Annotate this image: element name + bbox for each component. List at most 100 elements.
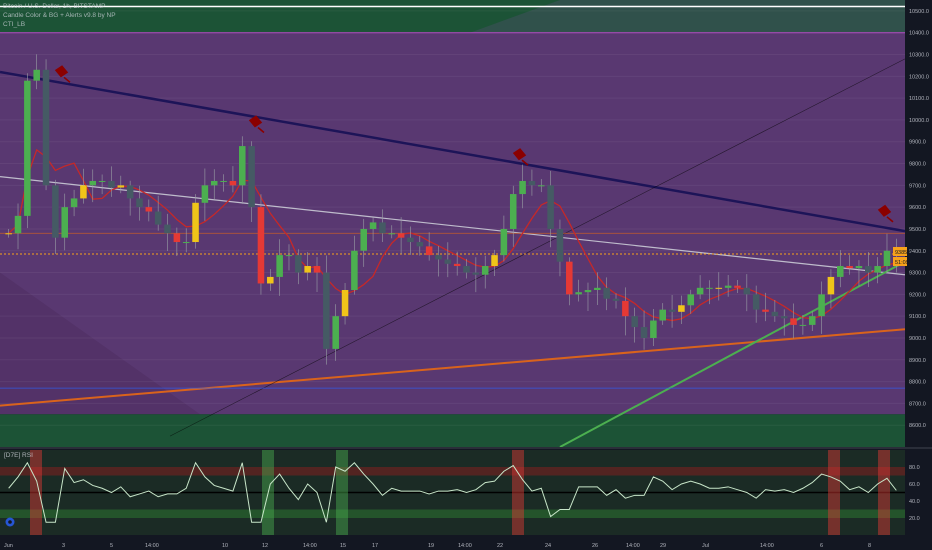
time-tick-label: Jun	[4, 543, 13, 549]
candle-body	[182, 242, 190, 244]
time-tick-label: 6	[820, 543, 823, 549]
candle-body	[332, 316, 339, 349]
price-tick-label: 10200.0	[909, 74, 929, 80]
price-tick-label: 9200.0	[909, 292, 926, 298]
candle-body	[42, 69, 50, 186]
price-tick-label: 8700.0	[909, 401, 926, 407]
candle-body	[89, 180, 97, 186]
candle-body	[481, 266, 489, 275]
price-tick-label: 9900.0	[909, 140, 926, 146]
current-price-value: 9385.0	[895, 250, 912, 256]
time-tick-label: 14:00	[458, 543, 472, 549]
candle-body	[547, 185, 554, 229]
candle-body	[80, 185, 87, 199]
candle-body	[846, 266, 853, 269]
green-zone-bottom	[0, 414, 905, 447]
candle-body	[799, 324, 807, 326]
candle-body	[379, 222, 386, 234]
candle-body	[238, 146, 246, 186]
candle-body	[752, 294, 760, 310]
candle-body	[98, 180, 106, 182]
candle-body	[257, 207, 265, 284]
candle-body	[24, 80, 31, 216]
candle-body	[201, 185, 209, 203]
time-tick-label: 29	[660, 543, 666, 549]
candle-body	[715, 287, 723, 289]
candle-body	[229, 180, 237, 186]
candle-body	[5, 233, 12, 235]
candle-body	[668, 309, 676, 312]
time-tick-label: 12	[262, 543, 268, 549]
rsi-pane[interactable]: 80.0 60.0 40.0 20.0	[0, 447, 932, 535]
candle-body	[640, 327, 648, 338]
candle-body	[14, 215, 22, 234]
price-tick-label: 8600.0	[909, 423, 926, 429]
candle-body	[836, 266, 844, 277]
price-tick-label: 10100.0	[909, 96, 929, 102]
candle-body	[528, 180, 536, 186]
candle-body	[33, 69, 40, 81]
candle-body	[808, 316, 816, 325]
candle-body	[313, 266, 321, 273]
time-tick-label: 3	[62, 543, 65, 549]
candle-body	[210, 180, 218, 186]
candle-body	[164, 224, 171, 234]
candle-body	[678, 305, 685, 312]
time-tick-label: 17	[372, 543, 378, 549]
price-tick-label: 10400.0	[909, 31, 929, 37]
chart-legend: Bitcoin / U.S. Dollar, 1h, BITSTAMP Cand…	[3, 2, 116, 29]
symbol-title[interactable]: Bitcoin / U.S. Dollar, 1h, BITSTAMP	[3, 2, 116, 11]
candle-body	[136, 198, 143, 208]
rsi-highlight-column	[512, 450, 524, 535]
time-tick-label: 14:00	[626, 543, 640, 549]
candle-body	[566, 261, 573, 295]
time-tick-label: 14:00	[303, 543, 317, 549]
candle-body	[126, 185, 134, 199]
candle-body	[696, 287, 704, 295]
rsi-title[interactable]: [D7E] RSI	[4, 452, 33, 459]
rsi-tick-label: 80.0	[909, 465, 920, 471]
candle-body	[827, 276, 835, 295]
candle-body	[855, 266, 863, 269]
price-tick-label: 9500.0	[909, 227, 926, 233]
candle-body	[584, 290, 592, 293]
settings-gear-icon[interactable]	[5, 517, 15, 527]
candle-body	[865, 266, 872, 273]
price-chart[interactable]: 10500.0 10400.0 10300.0 10200.0 10100.0 10000…	[0, 0, 932, 550]
indicator-candle-color[interactable]: Candle Color & BG + Alerts v9.8 by NP	[3, 11, 116, 20]
candle-body	[70, 198, 78, 208]
candle-body	[780, 316, 788, 319]
time-tick-label: 15	[340, 543, 346, 549]
time-axis[interactable]: Jun 3 5 14:00 10 12 14:00 15 17 19 14:00 22 24 26 14:0…	[0, 538, 932, 550]
time-tick-label: 14:00	[760, 543, 774, 549]
candle-body	[453, 263, 461, 267]
candle-body	[192, 202, 199, 243]
rsi-oversold-band	[0, 509, 905, 518]
price-tick-label: 9300.0	[909, 271, 926, 277]
price-tick-label: 9000.0	[909, 336, 926, 342]
candle-body	[341, 290, 349, 317]
candle-body	[594, 287, 601, 291]
candle-body	[771, 311, 779, 317]
price-tick-label: 10000.0	[909, 118, 929, 124]
candle-body	[874, 266, 881, 273]
candle-body	[304, 266, 311, 273]
candle-body	[687, 294, 695, 306]
candle-body	[52, 185, 59, 238]
candle-body	[659, 309, 667, 321]
indicator-cti[interactable]: CTI_LB	[3, 20, 116, 29]
rsi-overbought-band	[0, 467, 905, 476]
candle-body	[818, 294, 825, 317]
candle-body	[397, 233, 405, 238]
candle-body	[351, 250, 358, 291]
candle-body	[295, 255, 302, 273]
candle-body	[117, 185, 125, 188]
candle-body	[724, 285, 732, 288]
candle-body	[612, 298, 620, 301]
candle-body	[154, 211, 162, 225]
candle-body	[463, 266, 470, 273]
candle-body	[575, 292, 582, 295]
rsi-tick-label: 60.0	[909, 482, 920, 488]
candle-body	[425, 246, 433, 256]
price-tick-label: 10500.0	[909, 9, 929, 15]
